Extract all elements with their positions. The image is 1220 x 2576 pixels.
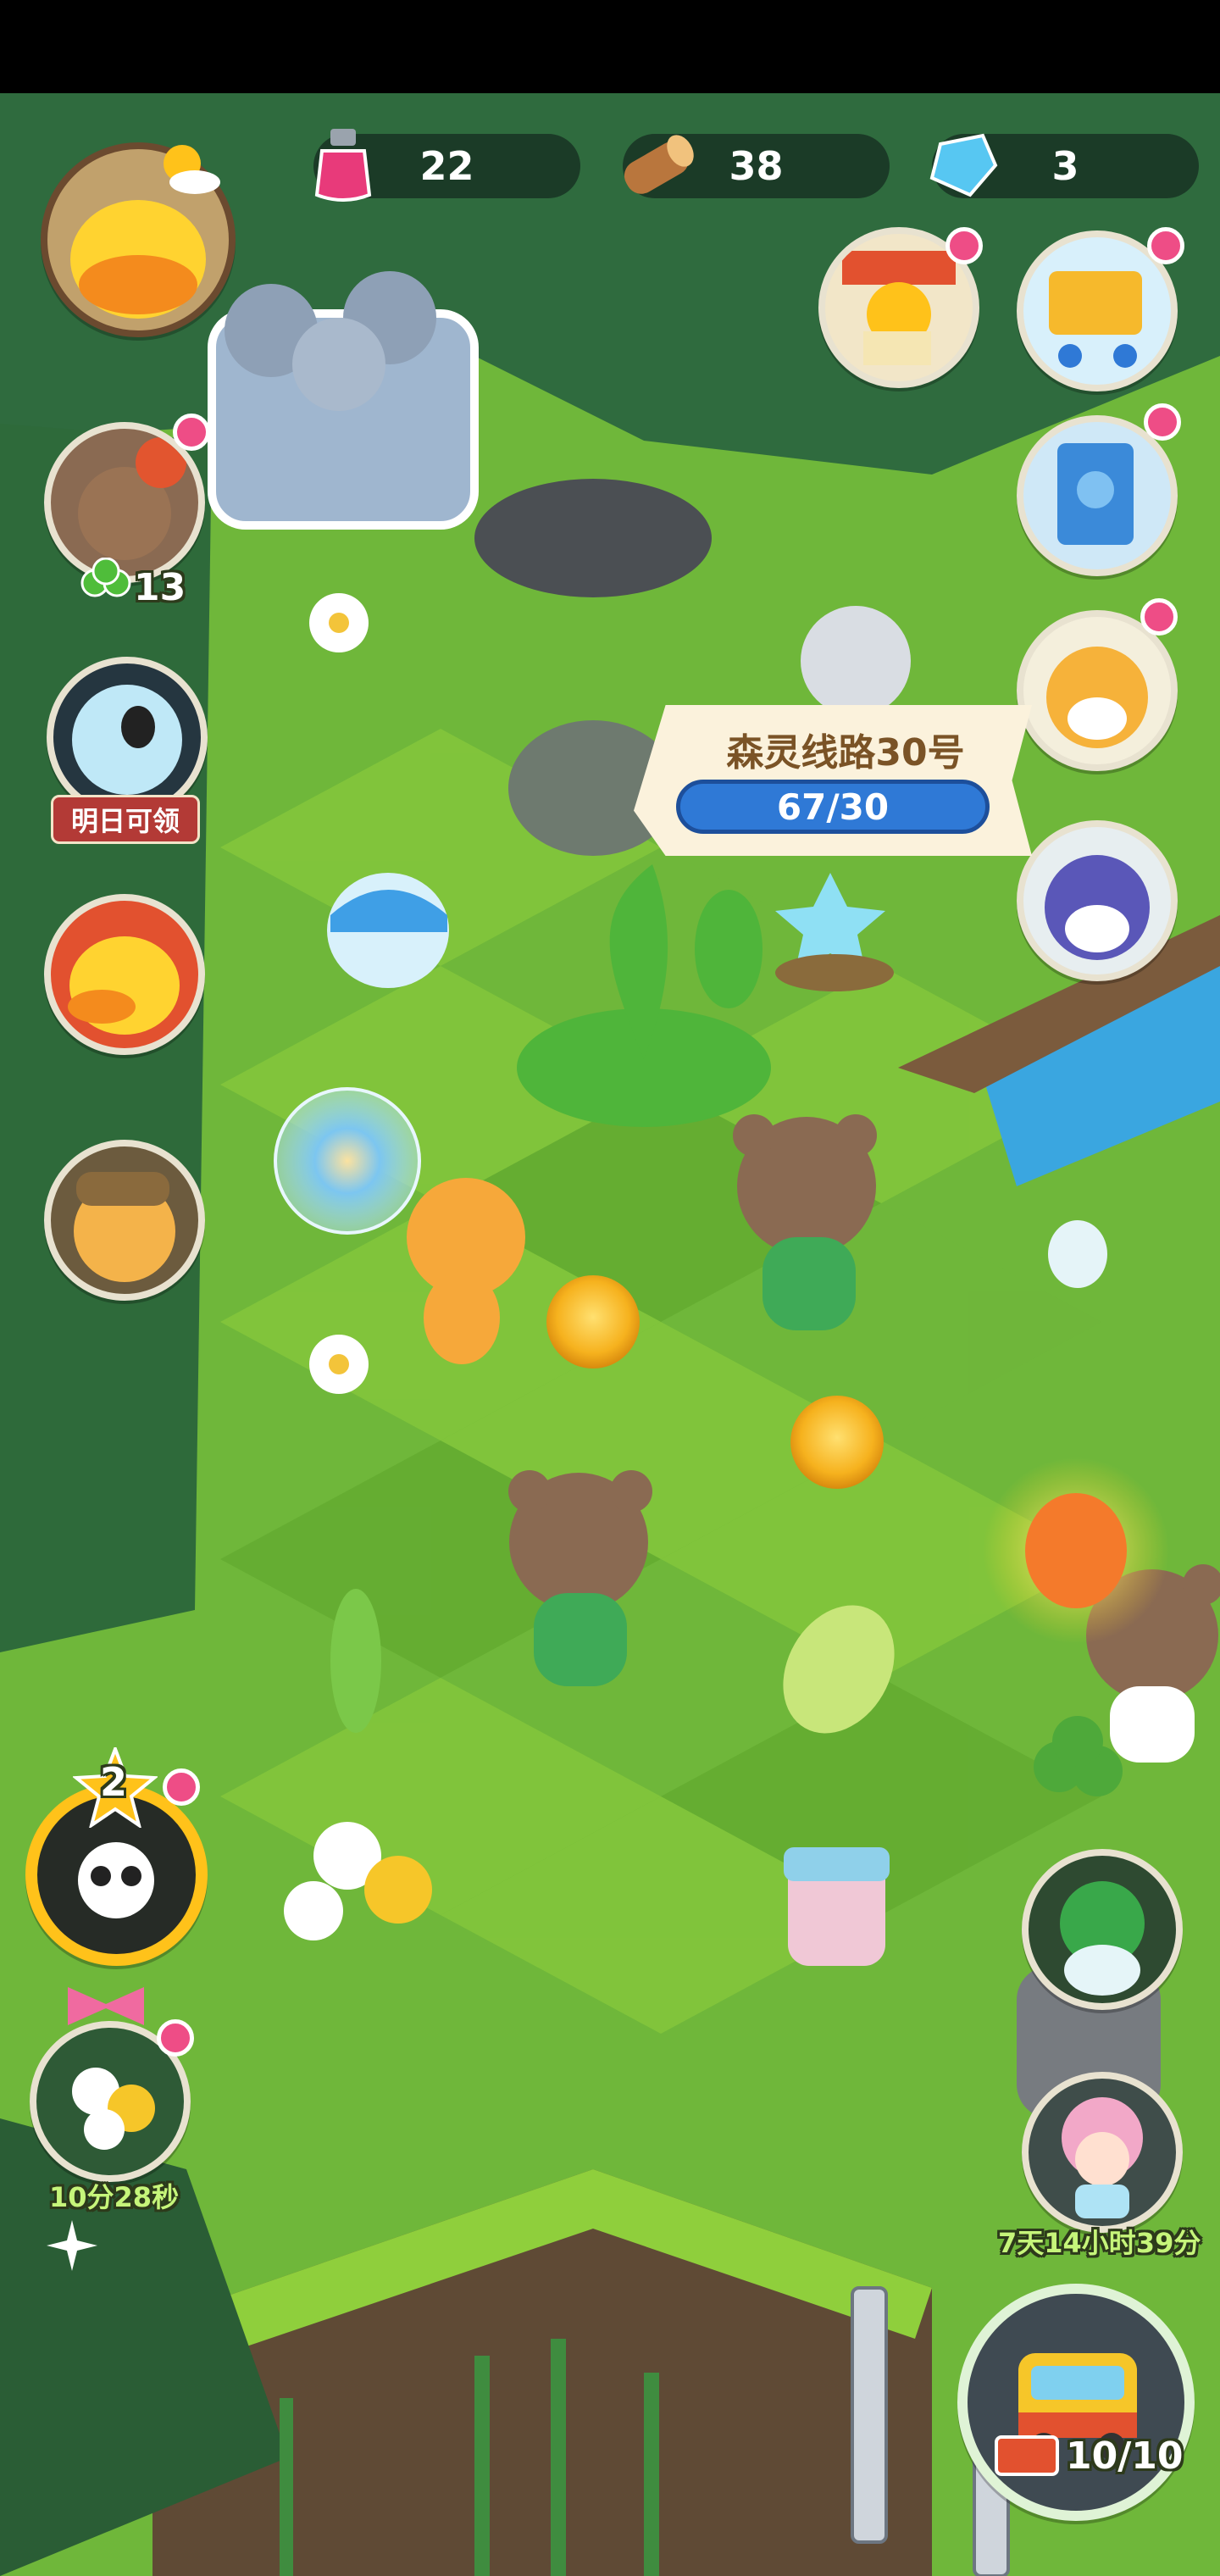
event-girl-button[interactable] (1022, 2072, 1183, 2233)
flower-notification-dot (157, 2019, 194, 2057)
parrot-button[interactable] (1022, 1849, 1183, 2010)
orange-cat-notification-dot (1140, 598, 1178, 636)
daily-reward-button[interactable] (47, 657, 208, 818)
ticket-icon (993, 2432, 1061, 2479)
handbook-notification-dot (1144, 403, 1181, 441)
bus-button[interactable] (957, 2284, 1195, 2521)
handbook-button[interactable] (1017, 415, 1178, 576)
cart-notification-dot (1147, 227, 1184, 264)
wood-log-icon (614, 125, 699, 202)
route-progress-bar: 67/30 (676, 780, 990, 834)
route-info-panel[interactable]: 森灵线路30号 67/30 (634, 705, 1032, 856)
wood-counter[interactable]: 38 (623, 134, 890, 198)
friends-count: 13 (134, 566, 186, 609)
pink-potion-icon (313, 125, 373, 202)
clover-icon (78, 557, 134, 613)
bus-count: 10/10 (1066, 2434, 1184, 2478)
shop-notification-dot (946, 227, 983, 264)
detective-cat-button[interactable] (44, 1140, 205, 1301)
gem-count: 3 (1051, 143, 1079, 189)
potion-count: 22 (419, 143, 474, 189)
route-title: 森灵线路30号 (726, 731, 965, 774)
daily-reward-label[interactable]: 明日可领 (51, 795, 200, 844)
sparkle-icon (47, 2220, 97, 2271)
event-timer: 7天14小时39分 (998, 2227, 1201, 2259)
panda-level: 2 (100, 1759, 128, 1805)
sun-weather-icon[interactable] (144, 131, 220, 199)
route-progress-text: 67/30 (776, 786, 890, 828)
duck-character-button[interactable] (44, 894, 205, 1055)
wood-count: 38 (729, 143, 784, 189)
blue-gem-icon (923, 127, 1000, 203)
purple-cat-button[interactable] (1017, 820, 1178, 981)
friends-notification-dot (173, 414, 210, 451)
flower-timer: 10分28秒 (49, 2181, 180, 2213)
gem-counter[interactable]: 3 (929, 133, 1199, 198)
panda-notification-dot (163, 1768, 200, 1806)
potion-counter[interactable]: 22 (313, 129, 580, 202)
pink-bow-icon (59, 1979, 152, 2029)
